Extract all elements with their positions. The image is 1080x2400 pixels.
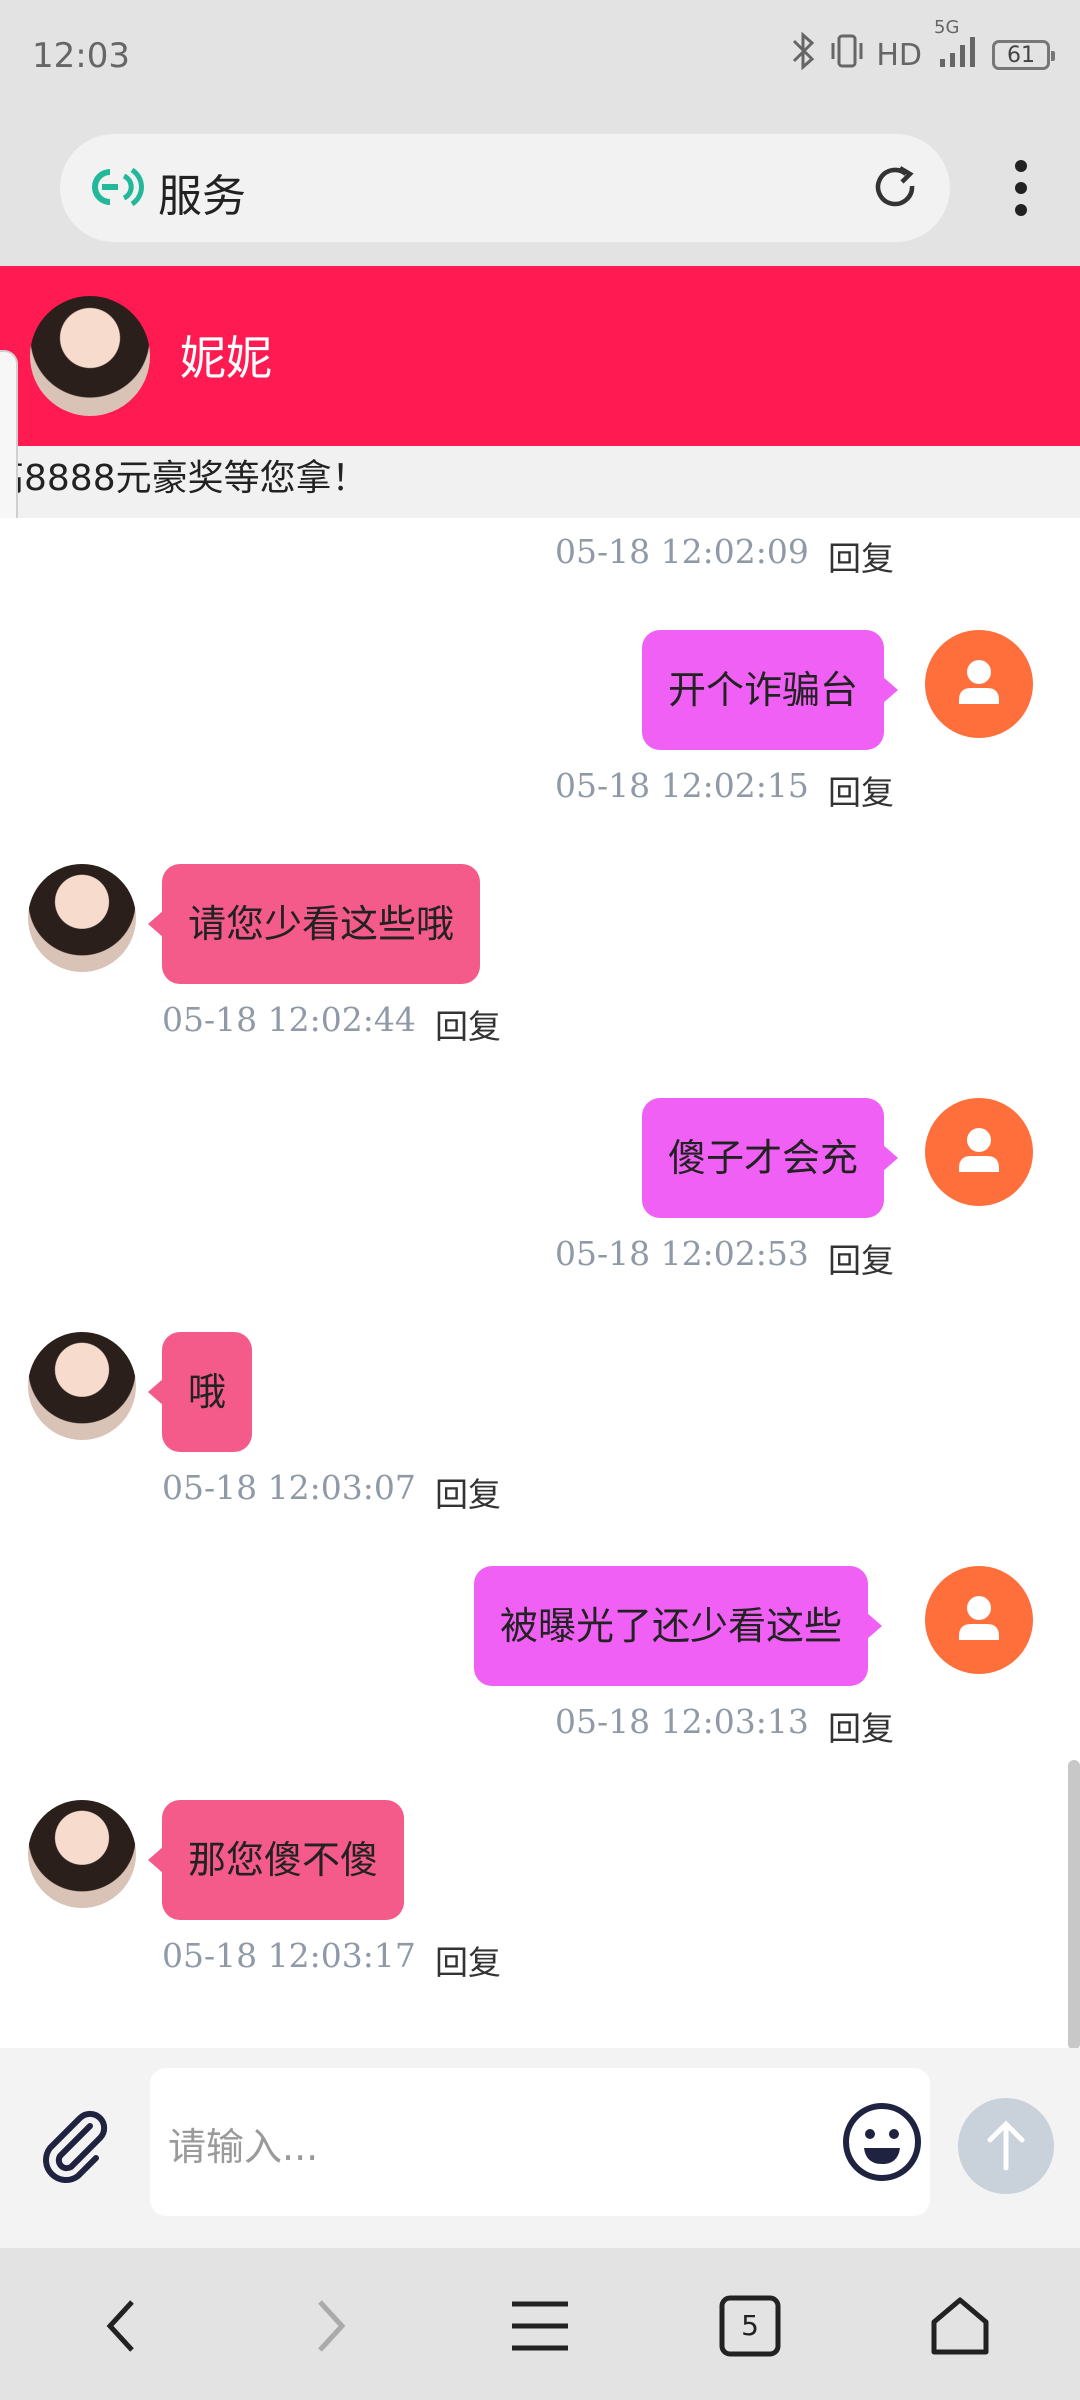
back-icon[interactable] xyxy=(98,2294,144,2362)
status-icons: HD 5G 61 xyxy=(788,17,1055,80)
menu-icon[interactable] xyxy=(508,2294,572,2362)
contact-avatar[interactable] xyxy=(28,864,136,972)
site-logo-icon xyxy=(88,164,144,214)
more-menu-icon[interactable] xyxy=(1014,158,1028,222)
message-time: 05-18 12:03:07 xyxy=(162,1468,416,1507)
message-time: 05-18 12:03:13 xyxy=(555,1702,809,1741)
reply-button[interactable]: 回复 xyxy=(828,1702,894,1750)
network-label: 5G xyxy=(934,17,960,38)
emoji-icon[interactable] xyxy=(840,2100,924,2188)
my-message-bubble: 开个诈骗台 xyxy=(642,630,899,750)
side-drawer-handle[interactable] xyxy=(0,350,18,544)
tab-count: 5 xyxy=(741,2309,759,2342)
message-time: 05-18 12:02:09 xyxy=(555,532,809,571)
contact-name: 妮妮 xyxy=(180,331,272,385)
message-input-placeholder: 请输入... xyxy=(168,2125,319,2169)
battery-icon: 61 xyxy=(992,40,1055,70)
vibrate-icon xyxy=(830,31,864,79)
message-time: 05-18 12:02:15 xyxy=(555,766,809,805)
chat-header: 妮妮 xyxy=(0,266,1080,446)
my-message-bubble: 被曝光了还少看这些 xyxy=(474,1566,883,1686)
signal-icon: 5G xyxy=(934,17,980,79)
message-time: 05-18 12:02:53 xyxy=(555,1234,809,1273)
contact-avatar[interactable] xyxy=(28,1332,136,1440)
my-message-bubble: 傻子才会充 xyxy=(642,1098,899,1218)
user-avatar-icon xyxy=(925,1098,1033,1206)
contact-message-bubble: 哦 xyxy=(147,1332,253,1452)
tabs-button[interactable]: 5 xyxy=(718,2294,782,2362)
announcement-marquee: 高8888元豪奖等您拿！ xyxy=(0,446,1080,518)
reply-button[interactable]: 回复 xyxy=(435,1468,501,1516)
message-input[interactable]: 请输入... xyxy=(150,2068,930,2216)
attachment-icon[interactable] xyxy=(34,2104,114,2188)
reload-icon[interactable] xyxy=(870,162,922,218)
user-avatar-icon xyxy=(925,1566,1033,1674)
send-button[interactable] xyxy=(958,2098,1054,2194)
status-bar: 12:03 HD 5G 61 xyxy=(0,0,1080,110)
address-bar[interactable]: 服务 xyxy=(60,134,950,242)
user-avatar-icon xyxy=(925,630,1033,738)
browser-nav-bar: 5 xyxy=(0,2248,1080,2400)
reply-button[interactable]: 回复 xyxy=(828,532,894,580)
chat-messages[interactable]: 05-18 12:02:09 回复 开个诈骗台 05-18 12:02:15 回… xyxy=(0,518,1062,2048)
reply-button[interactable]: 回复 xyxy=(435,1936,501,1984)
forward-icon[interactable] xyxy=(308,2294,354,2362)
message-time: 05-18 12:02:44 xyxy=(162,1000,416,1039)
page-title: 服务 xyxy=(158,171,246,222)
reply-button[interactable]: 回复 xyxy=(828,1234,894,1282)
chat-scrollbar[interactable] xyxy=(1068,1760,1080,2050)
announcement-text: 高8888元豪奖等您拿！ xyxy=(0,458,368,499)
battery-level: 61 xyxy=(1007,42,1035,68)
bluetooth-icon xyxy=(788,31,818,79)
status-time: 12:03 xyxy=(32,36,130,76)
reply-button[interactable]: 回复 xyxy=(435,1000,501,1048)
contact-avatar[interactable] xyxy=(30,296,150,416)
contact-avatar[interactable] xyxy=(28,1800,136,1908)
contact-message-bubble: 那您傻不傻 xyxy=(147,1800,405,1920)
home-icon[interactable] xyxy=(928,2294,992,2362)
contact-message-bubble: 请您少看这些哦 xyxy=(147,864,481,984)
message-input-bar: 请输入... xyxy=(0,2048,1080,2248)
reply-button[interactable]: 回复 xyxy=(828,766,894,814)
browser-toolbar: 服务 xyxy=(0,110,1080,266)
hd-label: HD xyxy=(876,37,922,73)
message-time: 05-18 12:03:17 xyxy=(162,1936,416,1975)
